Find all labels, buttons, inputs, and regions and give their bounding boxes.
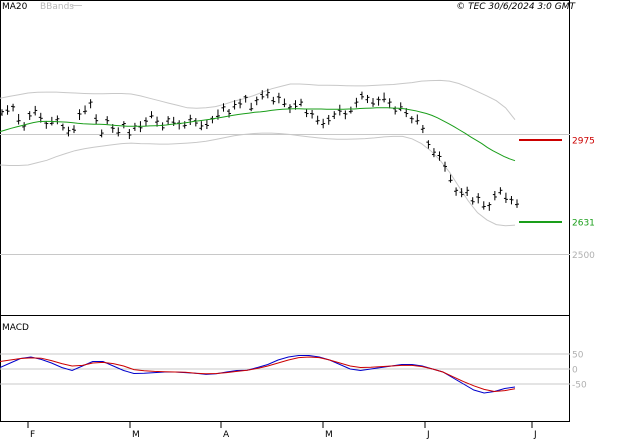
price-bar xyxy=(476,193,481,204)
price-bar xyxy=(371,98,376,107)
bbands-lower-line xyxy=(0,132,516,227)
resistance-level-label: 2975 xyxy=(572,137,595,147)
support-level-label: 2631 xyxy=(572,219,595,229)
price-bar xyxy=(77,109,82,120)
price-bar xyxy=(116,127,121,137)
legend-bbands: BBands xyxy=(40,2,74,12)
price-bar xyxy=(204,119,209,130)
macd-y-tick-label: 50 xyxy=(572,351,584,361)
macd-panel-title: MACD xyxy=(2,323,29,333)
price-bar xyxy=(509,196,514,205)
price-bar xyxy=(437,151,442,161)
price-bar xyxy=(310,109,315,119)
price-bar xyxy=(321,118,326,129)
axes: 2975 2631 2500 50 0 -50 F M A M J J xyxy=(27,137,595,440)
price-bar xyxy=(254,96,259,106)
price-bar xyxy=(33,105,38,116)
price-bar xyxy=(365,94,370,104)
price-bar xyxy=(121,121,126,129)
price-bar xyxy=(94,114,99,125)
copyright-text: © TEC 30/6/2024 3:0 GMT xyxy=(456,2,576,12)
price-bar xyxy=(465,186,470,197)
x-axis-label: J xyxy=(533,430,537,440)
price-bar xyxy=(71,125,76,134)
price-bar xyxy=(481,201,486,210)
price-bar xyxy=(276,92,281,104)
price-bar xyxy=(105,116,110,125)
macd-plot xyxy=(0,353,570,394)
price-bar xyxy=(376,96,381,106)
price-bar xyxy=(409,116,414,124)
price-bar xyxy=(83,105,88,115)
x-axis-label: M xyxy=(325,430,333,440)
price-bar xyxy=(515,199,519,208)
price-bar xyxy=(160,122,165,131)
price-bar xyxy=(332,111,337,120)
price-bar xyxy=(55,115,60,125)
price-bar xyxy=(44,120,49,129)
price-bar xyxy=(348,106,353,114)
price-bar xyxy=(60,123,65,131)
price-bar xyxy=(315,115,320,125)
price-bar xyxy=(387,98,392,109)
price-bar xyxy=(443,161,448,172)
x-axis-label: A xyxy=(223,430,230,440)
price-bar xyxy=(503,192,508,203)
price-bar xyxy=(359,91,364,100)
price-bar xyxy=(343,110,348,120)
price-bar xyxy=(398,102,403,112)
price-bar xyxy=(492,191,497,201)
price-bar xyxy=(193,118,198,127)
price-bar xyxy=(454,187,459,196)
price-bar xyxy=(470,197,475,205)
macd-y-tick-label: 0 xyxy=(572,366,578,376)
price-bar xyxy=(199,121,204,131)
legend-ma20: MA20 xyxy=(2,2,28,12)
price-bar xyxy=(188,114,193,125)
price-bar xyxy=(293,100,298,110)
price-y-tick-label: 2500 xyxy=(572,251,595,261)
macd-y-tick-label: -50 xyxy=(572,381,587,391)
price-bar xyxy=(271,96,276,105)
price-bar xyxy=(326,114,331,125)
price-bar xyxy=(282,98,287,108)
price-bar xyxy=(249,102,254,112)
x-axis-label: M xyxy=(132,430,140,440)
price-bar xyxy=(382,92,387,103)
price-bar xyxy=(304,109,309,118)
stock-chart: MA20 BBands © TEC 30/6/2024 3:0 GMT MACD… xyxy=(0,0,595,440)
x-axis-label: F xyxy=(30,430,35,440)
price-bar xyxy=(16,114,21,125)
price-bar xyxy=(415,114,420,125)
price-bar xyxy=(149,111,154,119)
price-bar xyxy=(143,117,148,127)
price-bar xyxy=(11,103,16,112)
price-bar xyxy=(166,116,171,125)
price-bar xyxy=(99,129,104,138)
macd-signal-line xyxy=(0,356,516,393)
price-bar xyxy=(88,99,93,109)
price-bar xyxy=(487,202,492,211)
price-bar xyxy=(132,122,137,131)
price-bar xyxy=(5,105,10,115)
price-bar xyxy=(354,97,359,108)
price-bar xyxy=(420,124,425,134)
price-bar xyxy=(337,104,342,116)
price-bar xyxy=(393,106,398,115)
price-bar xyxy=(27,111,32,120)
macd-line xyxy=(0,355,516,394)
price-bar xyxy=(299,98,304,107)
price-bar xyxy=(177,120,182,130)
price-bar xyxy=(498,187,503,195)
x-axis-label: J xyxy=(426,430,430,440)
price-plot xyxy=(0,79,562,227)
price-bar xyxy=(22,122,27,131)
